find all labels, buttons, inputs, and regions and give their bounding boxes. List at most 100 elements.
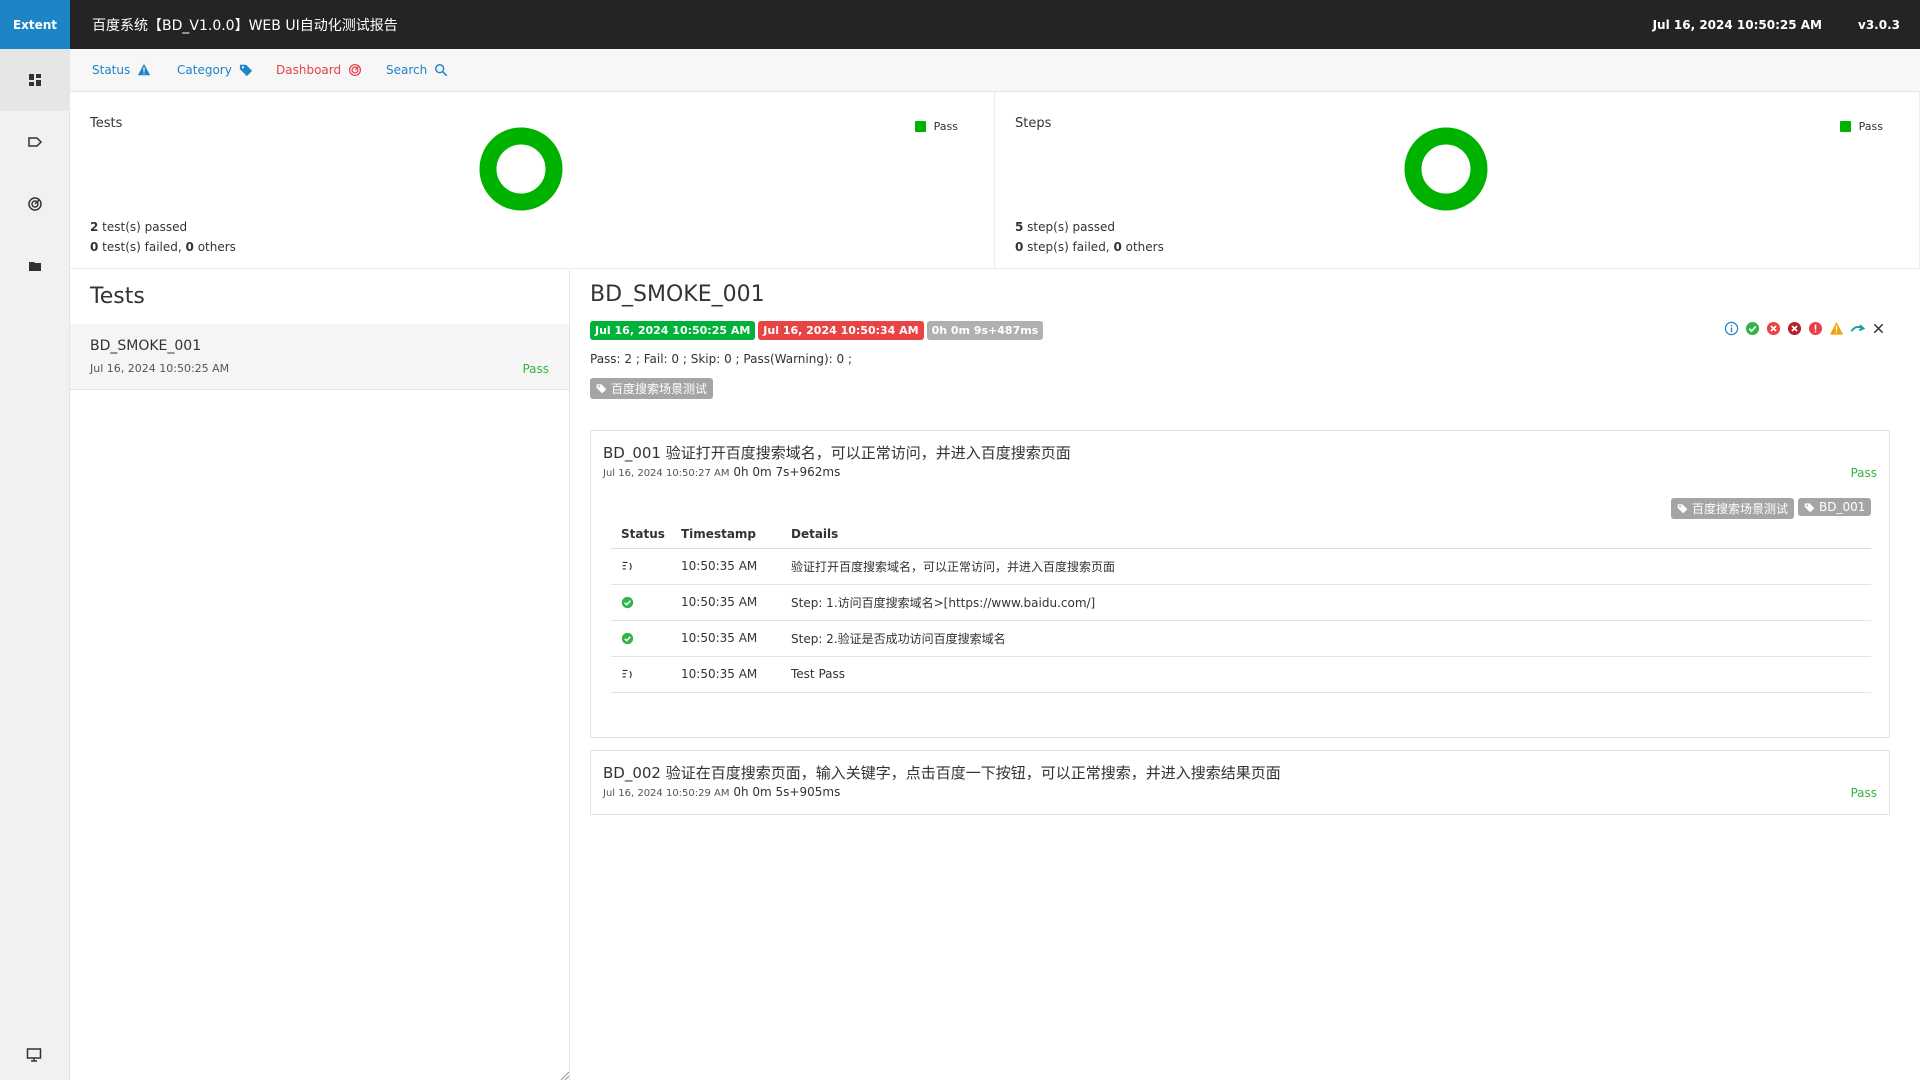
step-status-cell <box>611 620 671 657</box>
pass-legend-swatch <box>1839 121 1851 132</box>
dashboard-gauge-icon <box>349 63 362 77</box>
check-circle-icon <box>1745 321 1759 335</box>
tests-legend-label: Pass <box>933 120 958 133</box>
tag-icon <box>596 384 607 394</box>
tests-pass-arc <box>479 127 563 211</box>
report-title: 百度系统【BD_V1.0.0】WEB UI自动化测试报告 <box>92 18 398 34</box>
step-timestamp: 10:50:35 AM <box>671 656 781 693</box>
sub-navigation: Status Category Dashboard Search <box>70 49 1920 92</box>
test-start-time: Jul 16, 2024 10:50:25 AM <box>90 362 230 375</box>
info-log-icon <box>622 561 632 570</box>
info-log-icon <box>622 669 632 678</box>
step-timestamp: 10:50:35 AM <box>671 548 781 585</box>
node-title: BD_001 验证打开百度搜索域名，可以正常访问，并进入百度搜索页面 <box>603 444 1071 462</box>
filter-fail[interactable] <box>1765 320 1781 336</box>
test-status: Pass <box>522 362 549 376</box>
filter-pass[interactable] <box>1744 320 1760 336</box>
tag-icon <box>239 64 252 77</box>
table-row: 10:50:35 AM 验证打开百度搜索域名，可以正常访问，并进入百度搜索页面 <box>611 548 1871 585</box>
step-timestamp: 10:50:35 AM <box>671 584 781 621</box>
test-list-item[interactable]: BD_SMOKE_001 Jul 16, 2024 10:50:25 AM Pa… <box>70 324 569 390</box>
sidebar-item-exceptions[interactable] <box>0 235 70 297</box>
sidebar-item-dashboard-view[interactable] <box>0 49 70 111</box>
brand-logo[interactable]: Extent <box>0 0 70 49</box>
node-status: Pass <box>1850 786 1877 800</box>
step-details: Test Pass <box>781 656 1871 693</box>
steps-failed-text: step(s) failed, <box>1023 240 1114 254</box>
node-duration: 0h 0m 5s+905ms <box>733 785 841 799</box>
step-details: 验证打开百度搜索域名，可以正常访问，并进入百度搜索页面 <box>781 548 1871 585</box>
tag-icon <box>28 137 43 147</box>
error-circle-icon <box>1808 321 1822 335</box>
filter-fatal[interactable] <box>1786 320 1802 336</box>
filter-skip[interactable] <box>1849 320 1865 336</box>
status-filter-icons <box>1723 320 1886 336</box>
test-node[interactable]: BD_001 验证打开百度搜索域名，可以正常访问，并进入百度搜索页面 Jul 1… <box>590 430 1890 738</box>
filter-info[interactable] <box>1723 320 1739 336</box>
node-category-tag[interactable]: 百度搜索场景测试 <box>1671 498 1795 519</box>
steps-others-count: 0 <box>1113 240 1122 254</box>
tests-others-count: 0 <box>185 240 194 254</box>
column-header-status: Status <box>611 526 671 549</box>
sidebar-item-category[interactable] <box>0 111 70 173</box>
monitor-icon[interactable] <box>26 1047 42 1063</box>
top-bar: Extent 百度系统【BD_V1.0.0】WEB UI自动化测试报告 Jul … <box>0 0 1920 49</box>
tests-others-text: others <box>193 240 236 254</box>
node-timestamp: Jul 16, 2024 10:50:27 AM <box>603 468 730 479</box>
nav-category-link[interactable]: Category <box>177 63 253 77</box>
node-id-tag[interactable]: BD_001 <box>1798 498 1872 516</box>
fail-circle-icon <box>1766 321 1780 335</box>
report-date: Jul 16, 2024 10:50:25 AM <box>1652 18 1822 32</box>
steps-legend[interactable]: Pass <box>1839 120 1883 133</box>
node-title: BD_002 验证在百度搜索页面，输入关键字，点击百度一下按钮，可以正常搜索，并… <box>603 764 1281 782</box>
table-row: 10:50:35 AM Test Pass <box>611 656 1871 693</box>
test-node[interactable]: BD_002 验证在百度搜索页面，输入关键字，点击百度一下按钮，可以正常搜索，并… <box>590 750 1890 815</box>
step-status-cell <box>611 548 671 585</box>
tests-passed-line: 2 test(s) passed <box>90 220 187 234</box>
table-row: 10:50:35 AM Step: 2.验证是否成功访问百度搜索域名 <box>611 620 1871 657</box>
filter-clear[interactable] <box>1870 320 1886 336</box>
test-detail-title: BD_SMOKE_001 <box>590 282 765 307</box>
info-icon <box>1724 321 1738 335</box>
steps-failed-line: 0 step(s) failed, 0 others <box>1015 240 1164 254</box>
node-id-tag-label: BD_001 <box>1819 500 1866 514</box>
steps-summary-card: Steps Pass 5 step(s) passed 0 step(s) fa… <box>995 92 1920 269</box>
nav-dashboard-link[interactable]: Dashboard <box>276 63 362 77</box>
duration-badge: 0h 0m 9s+487ms <box>926 321 1044 340</box>
category-tag[interactable]: 百度搜索场景测试 <box>590 378 714 399</box>
node-meta: Jul 16, 2024 10:50:29 AM 0h 0m 5s+905ms <box>603 785 840 799</box>
test-name: BD_SMOKE_001 <box>90 338 202 354</box>
node-meta: Jul 16, 2024 10:50:27 AM 0h 0m 7s+962ms <box>603 465 840 479</box>
steps-donut-chart <box>1404 127 1488 211</box>
node-category-tag-label: 百度搜索场景测试 <box>1692 502 1789 516</box>
folder-icon <box>29 262 41 271</box>
nav-dashboard-label: Dashboard <box>276 63 342 77</box>
steps-card-title: Steps <box>1015 116 1052 131</box>
tag-icon <box>1804 502 1815 512</box>
filter-warning[interactable] <box>1828 320 1844 336</box>
table-row: 10:50:35 AM Step: 1.访问百度搜索域名>[https://ww… <box>611 584 1871 621</box>
tests-legend[interactable]: Pass <box>914 120 958 133</box>
test-detail-pane: BD_SMOKE_001 Jul 16, 2024 10:50:25 AM Ju… <box>571 270 1920 1080</box>
nav-category-label: Category <box>177 63 232 77</box>
column-header-timestamp: Timestamp <box>671 526 781 549</box>
nav-status-label: Status <box>92 63 131 77</box>
search-icon <box>435 64 448 77</box>
tests-summary-card: Tests Pass 2 test(s) passed 0 test(s) fa… <box>70 92 995 269</box>
start-time-badge: Jul 16, 2024 10:50:25 AM <box>590 321 756 340</box>
tests-failed-line: 0 test(s) failed, 0 others <box>90 240 236 254</box>
warning-icon <box>1829 321 1843 335</box>
test-time-badges: Jul 16, 2024 10:50:25 AM Jul 16, 2024 10… <box>590 321 1044 340</box>
sidebar <box>0 49 70 1080</box>
step-details: Step: 2.验证是否成功访问百度搜索域名 <box>781 620 1871 657</box>
check-circle-icon <box>621 632 634 644</box>
sidebar-item-dashboard[interactable] <box>0 173 70 235</box>
step-timestamp: 10:50:35 AM <box>671 620 781 657</box>
resize-handle[interactable] <box>559 1070 569 1080</box>
filter-error[interactable] <box>1807 320 1823 336</box>
tests-failed-text: test(s) failed, <box>98 240 186 254</box>
node-duration: 0h 0m 7s+962ms <box>733 465 841 479</box>
tests-passed-text: test(s) passed <box>98 220 188 234</box>
nav-search-link[interactable]: Search <box>386 63 448 77</box>
nav-status-link[interactable]: Status <box>92 63 151 77</box>
